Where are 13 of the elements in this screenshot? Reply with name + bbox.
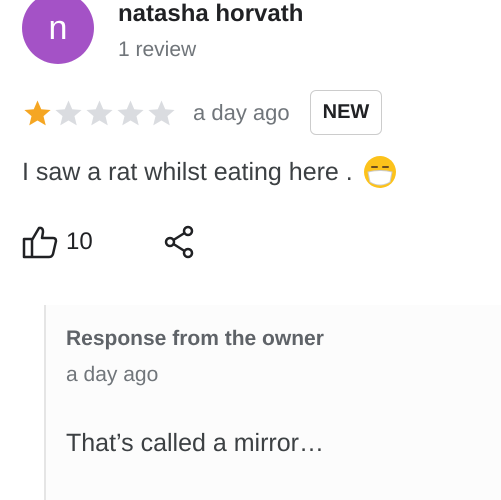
reviewer-name[interactable]: natasha horvath	[118, 2, 304, 26]
review-time: a day ago	[193, 100, 290, 126]
new-badge: NEW	[310, 90, 382, 135]
review-count: 1 review	[118, 38, 198, 62]
review-text: I saw a rat whilst eating here .	[22, 158, 353, 186]
like-count: 10	[66, 228, 93, 256]
avatar: n	[22, 0, 94, 64]
thumbs-up-icon[interactable]	[22, 225, 58, 259]
share-icon[interactable]	[162, 225, 195, 259]
masked-face-icon	[362, 155, 397, 189]
response-time: a day ago	[66, 363, 160, 387]
response-text: That’s called a mirror…	[66, 429, 325, 458]
response-title: Response from the owner	[66, 327, 325, 351]
